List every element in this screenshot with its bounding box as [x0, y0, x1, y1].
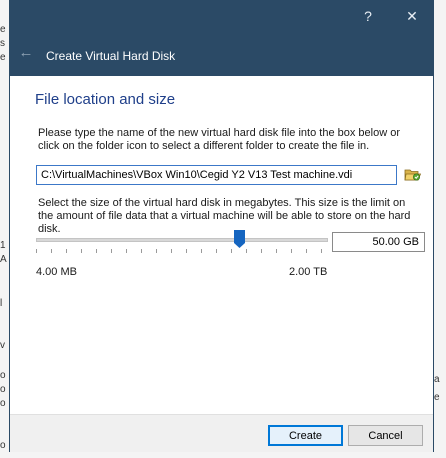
back-arrow-icon[interactable]: ←: [16, 44, 36, 62]
slider-tick: [156, 249, 157, 253]
background-text: A: [0, 254, 7, 265]
background-text: o: [0, 384, 6, 395]
slider-tick: [276, 249, 277, 253]
file-path-input[interactable]: [36, 165, 397, 185]
slider-tick: [186, 249, 187, 253]
background-text: e: [0, 24, 6, 35]
slider-thumb[interactable]: [234, 230, 245, 248]
background-text: 1: [0, 240, 6, 251]
create-button[interactable]: Create: [268, 425, 343, 446]
page-title: File location and size: [35, 91, 176, 108]
button-bar: Create Cancel: [10, 414, 433, 452]
dialog-title: Create Virtual Hard Disk: [46, 49, 176, 63]
slider-tick: [231, 249, 232, 253]
disk-size-slider[interactable]: [36, 228, 328, 254]
slider-tick: [306, 249, 307, 253]
file-location-description: Please type the name of the new virtual …: [38, 127, 400, 152]
title-bar: ? ✕: [10, 0, 433, 34]
create-virtual-hard-disk-dialog: ? ✕ ← Create Virtual Hard Disk File loca…: [9, 0, 434, 452]
wizard-header: ← Create Virtual Hard Disk: [10, 34, 433, 76]
slider-tick: [51, 249, 52, 253]
help-button[interactable]: ?: [357, 6, 379, 26]
cancel-button[interactable]: Cancel: [348, 425, 423, 446]
background-text: o: [0, 440, 6, 451]
folder-open-icon[interactable]: [403, 165, 423, 185]
slider-tick: [66, 249, 67, 253]
slider-tick: [171, 249, 172, 253]
background-text: a: [434, 374, 440, 385]
slider-tick: [81, 249, 82, 253]
slider-tick: [201, 249, 202, 253]
close-button[interactable]: ✕: [401, 6, 423, 26]
slider-tick: [111, 249, 112, 253]
slider-tick: [126, 249, 127, 253]
wizard-page: File location and size Please type the n…: [10, 76, 433, 414]
slider-max-label: 2.00 TB: [289, 266, 328, 278]
background-window-right: a e: [434, 0, 446, 458]
slider-tick: [246, 249, 247, 253]
background-text: o: [0, 398, 6, 409]
background-text: l: [0, 298, 3, 309]
background-text: e: [434, 392, 440, 403]
slider-tick: [36, 249, 37, 253]
slider-tick: [291, 249, 292, 253]
background-window-bottom: [0, 452, 446, 458]
slider-tick: [96, 249, 97, 253]
background-text: o: [0, 370, 6, 381]
background-text: s: [0, 38, 5, 49]
slider-min-label: 4.00 MB: [36, 266, 77, 278]
background-window-left: e s e 1 A l v o o o o: [0, 0, 9, 458]
slider-tick: [141, 249, 142, 253]
slider-tick: [216, 249, 217, 253]
background-text: e: [0, 52, 6, 63]
slider-tick: [261, 249, 262, 253]
background-text: v: [0, 340, 5, 351]
slider-tick: [321, 249, 322, 253]
slider-track: [36, 238, 328, 242]
disk-size-input[interactable]: [332, 232, 425, 252]
